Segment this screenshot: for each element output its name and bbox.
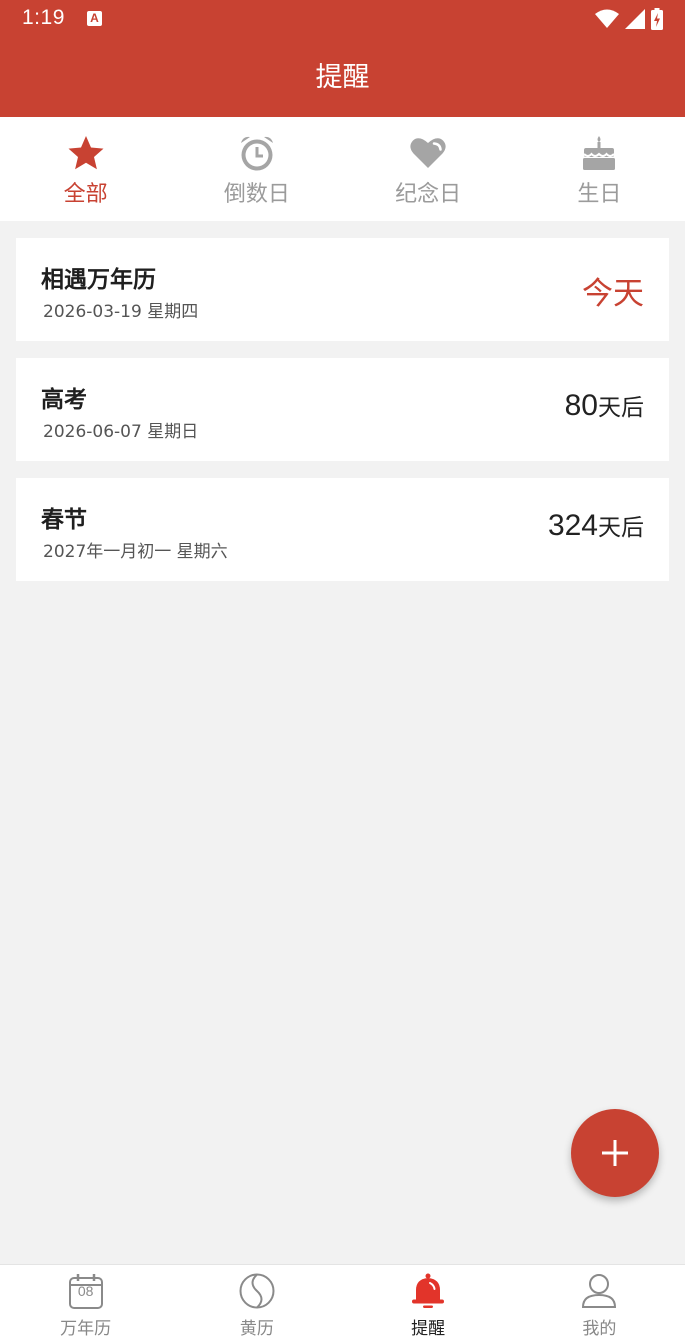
tab-all[interactable]: 全部 bbox=[0, 117, 171, 221]
reminder-list: 相遇万年历 2026-03-19 星期四 今天 高考 2026-06-07 星期… bbox=[16, 238, 669, 598]
nav-item-reminder[interactable]: 提醒 bbox=[343, 1265, 514, 1344]
reminder-count: 324 天后 bbox=[548, 508, 644, 548]
days-value: 80 bbox=[564, 389, 598, 422]
tab-label: 纪念日 bbox=[395, 182, 462, 207]
status-bar: 1:19 A bbox=[0, 0, 685, 38]
reminder-card[interactable]: 春节 2027年一月初一 星期六 324 天后 bbox=[16, 478, 669, 581]
calendar-day-number: 08 bbox=[77, 1283, 94, 1299]
tab-label: 倒数日 bbox=[223, 182, 290, 207]
nav-label: 提醒 bbox=[411, 1319, 446, 1339]
reminder-title: 高考 bbox=[41, 387, 87, 413]
tab-label: 全部 bbox=[63, 182, 108, 207]
days-unit: 天后 bbox=[598, 395, 644, 421]
cell-signal-icon bbox=[625, 9, 645, 29]
status-time: 1:19 bbox=[22, 6, 65, 29]
wifi-icon bbox=[595, 9, 619, 28]
plus-icon bbox=[602, 1140, 628, 1166]
app-screen: 1:19 A 提醒 全部 倒数日 纪念日 生日 相遇万年历 2026-03-19… bbox=[0, 0, 685, 1344]
yin-yang-icon bbox=[238, 1272, 276, 1310]
nav-label: 万年历 bbox=[60, 1319, 112, 1339]
battery-charging-icon bbox=[651, 8, 663, 30]
reminder-date: 2026-06-07 星期日 bbox=[43, 422, 199, 442]
star-icon bbox=[66, 133, 106, 173]
tab-label: 生日 bbox=[577, 182, 622, 207]
reminder-title: 春节 bbox=[41, 507, 87, 533]
heart-icon bbox=[408, 133, 448, 173]
reminder-card[interactable]: 高考 2026-06-07 星期日 80 天后 bbox=[16, 358, 669, 461]
bottom-nav: 08 万年历 黄历 提醒 我的 bbox=[0, 1264, 685, 1344]
reminder-date: 2027年一月初一 星期六 bbox=[43, 542, 228, 562]
reminder-count: 今天 bbox=[582, 268, 644, 312]
birthday-cake-icon bbox=[579, 133, 619, 173]
nav-item-profile[interactable]: 我的 bbox=[514, 1265, 685, 1344]
page-title: 提醒 bbox=[315, 62, 370, 93]
tab-birthday[interactable]: 生日 bbox=[514, 117, 685, 221]
calendar-icon: 08 bbox=[67, 1272, 105, 1310]
notification-app-icon: A bbox=[87, 11, 102, 26]
add-reminder-button[interactable] bbox=[571, 1109, 659, 1197]
days-unit: 天后 bbox=[598, 515, 644, 541]
user-icon bbox=[580, 1272, 618, 1310]
days-value: 今天 bbox=[582, 276, 644, 312]
header: 1:19 A 提醒 bbox=[0, 0, 685, 117]
reminder-card[interactable]: 相遇万年历 2026-03-19 星期四 今天 bbox=[16, 238, 669, 341]
nav-label: 黄历 bbox=[239, 1319, 274, 1339]
nav-label: 我的 bbox=[582, 1319, 617, 1339]
tab-countdown[interactable]: 倒数日 bbox=[171, 117, 342, 221]
bell-icon bbox=[409, 1272, 447, 1310]
category-tabs: 全部 倒数日 纪念日 生日 bbox=[0, 117, 685, 221]
reminder-title: 相遇万年历 bbox=[41, 267, 156, 293]
alarm-clock-icon bbox=[237, 133, 277, 173]
reminder-date: 2026-03-19 星期四 bbox=[43, 302, 199, 322]
tab-anniversary[interactable]: 纪念日 bbox=[343, 117, 514, 221]
days-value: 324 bbox=[547, 509, 598, 542]
nav-item-almanac[interactable]: 黄历 bbox=[171, 1265, 342, 1344]
nav-item-calendar[interactable]: 08 万年历 bbox=[0, 1265, 171, 1344]
status-icons bbox=[595, 8, 663, 30]
reminder-count: 80 天后 bbox=[565, 388, 644, 428]
